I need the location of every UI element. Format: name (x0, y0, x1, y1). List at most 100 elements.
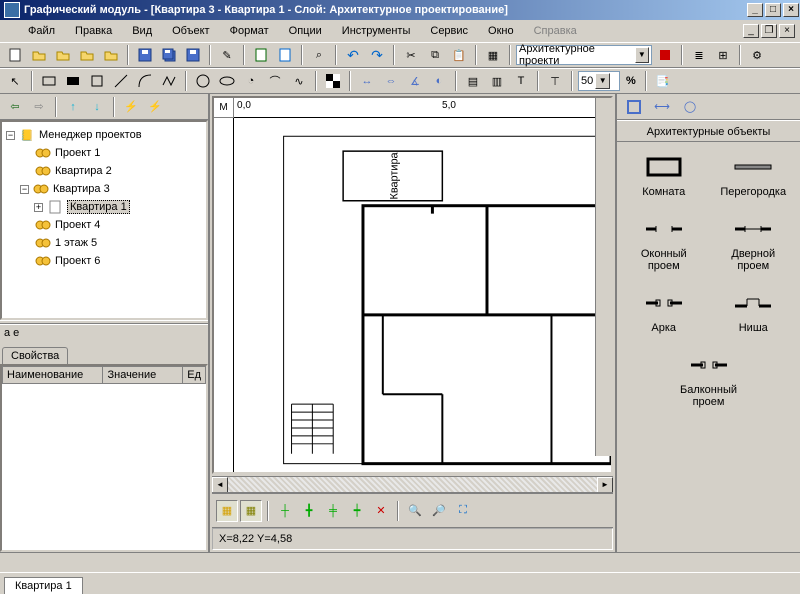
ellipse-tool[interactable] (216, 70, 238, 92)
export-button[interactable] (274, 44, 296, 66)
checker-tool[interactable] (322, 70, 344, 92)
menu-file[interactable]: Файл (18, 22, 65, 40)
minimize-button[interactable]: _ (747, 3, 763, 17)
view-blocks-button[interactable] (623, 96, 645, 118)
menu-edit[interactable]: Правка (65, 22, 122, 40)
zoom-fit-button[interactable]: ⛶ (452, 500, 474, 522)
collapse-icon[interactable]: − (6, 131, 15, 140)
saveas-button[interactable] (182, 44, 204, 66)
redo-button[interactable]: ↷ (366, 44, 388, 66)
palette-item[interactable]: Оконныйпроем (621, 214, 707, 272)
menu-tools[interactable]: Инструменты (332, 22, 421, 40)
col-value[interactable]: Значение (103, 367, 183, 384)
snap-perp-button[interactable]: ┿ (346, 500, 368, 522)
project-tree[interactable]: − 📒 Менеджер проектов Проект 1Квартира 2… (0, 120, 208, 320)
menu-window[interactable]: Окно (478, 22, 524, 40)
calc-button[interactable]: ⊞ (712, 44, 734, 66)
palette-item[interactable]: Арка (621, 288, 707, 334)
tab-properties[interactable]: Свойства (2, 347, 68, 364)
expand-icon[interactable]: − (20, 185, 29, 194)
spline-tool[interactable]: ∿ (288, 70, 310, 92)
open3-button[interactable] (76, 44, 98, 66)
layers-button[interactable]: ≣ (688, 44, 710, 66)
rect-fill-tool[interactable] (62, 70, 84, 92)
tree-item[interactable]: Проект 1 (6, 144, 202, 162)
scroll-right-button[interactable]: ► (597, 477, 613, 493)
menu-options[interactable]: Опции (279, 22, 332, 40)
catalog-button[interactable]: 📑 (652, 70, 674, 92)
hatch1-tool[interactable]: ▤ (462, 70, 484, 92)
chevron-down-icon[interactable]: ▼ (595, 73, 610, 89)
nav-up-button[interactable]: ↑ (62, 96, 84, 118)
new-button[interactable] (4, 44, 26, 66)
nav-refresh2-button[interactable]: ⚡ (144, 96, 166, 118)
mdi-close-button[interactable]: × (779, 24, 795, 38)
snap-int-button[interactable]: ╪ (322, 500, 344, 522)
scroll-left-button[interactable]: ◄ (212, 477, 228, 493)
hatch2-tool[interactable]: ▥ (486, 70, 508, 92)
nav-down-button[interactable]: ↓ (86, 96, 108, 118)
menu-object[interactable]: Объект (162, 22, 219, 40)
nav-fwd-button[interactable]: ⇨ (28, 96, 50, 118)
chevron-down-icon[interactable]: ▼ (635, 47, 649, 63)
cut-button[interactable]: ✂ (400, 44, 422, 66)
palette-item[interactable]: Перегородка (711, 152, 797, 198)
zoom-combo[interactable]: 50 ▼ (578, 71, 620, 91)
tree-item[interactable]: Проект 6 (6, 252, 202, 270)
undo-button[interactable]: ↶ (342, 44, 364, 66)
snap-end-button[interactable]: ┼ (274, 500, 296, 522)
tree-item[interactable]: −Квартира 3 (6, 180, 202, 198)
snap-mid-button[interactable]: ╋ (298, 500, 320, 522)
record-button[interactable] (654, 44, 676, 66)
tree-item[interactable]: Квартира 2 (6, 162, 202, 180)
snap-cen-button[interactable]: ✕ (370, 500, 392, 522)
open-button[interactable] (28, 44, 50, 66)
mdi-minimize-button[interactable]: _ (743, 24, 759, 38)
arc-tool[interactable] (134, 70, 156, 92)
grid-button[interactable]: ▦ (482, 44, 504, 66)
tree-root[interactable]: − 📒 Менеджер проектов (6, 126, 202, 144)
doc-tab[interactable]: Квартира 1 (4, 577, 83, 594)
hscrollbar[interactable]: ◄ ► (212, 476, 613, 492)
col-name[interactable]: Наименование (3, 367, 103, 384)
tree-item[interactable]: 1 этаж 5 (6, 234, 202, 252)
tree-item[interactable]: +Квартира 1 (6, 198, 202, 216)
drawing-canvas[interactable]: Квартира (234, 118, 611, 472)
palette-item[interactable]: Ниша (711, 288, 797, 334)
dim-chain-icon[interactable]: ⇔ (380, 70, 402, 92)
pointer-tool[interactable]: ↖ (4, 70, 26, 92)
sector-tool[interactable]: ◔ (240, 70, 262, 92)
palette-item[interactable]: Комната (621, 152, 707, 198)
zoom-out-button[interactable]: 🔎 (428, 500, 450, 522)
arc2-tool[interactable]: ⌒ (264, 70, 286, 92)
view-distance-button[interactable]: ⟷ (651, 96, 673, 118)
property-grid[interactable]: Наименование Значение Ед (0, 364, 208, 552)
zoom-in-button[interactable]: 🔍 (404, 500, 426, 522)
open4-button[interactable] (100, 44, 122, 66)
open2-button[interactable] (52, 44, 74, 66)
copy-button[interactable]: ⧉ (424, 44, 446, 66)
rename-button[interactable]: ✎ (216, 44, 238, 66)
close-button[interactable]: × (783, 3, 799, 17)
polyline-tool[interactable] (158, 70, 180, 92)
dim-radius-icon[interactable]: ◐ (428, 70, 450, 92)
tree-item[interactable]: Проект 4 (6, 216, 202, 234)
vscrollbar[interactable] (595, 98, 611, 456)
rect-empty-tool[interactable] (38, 70, 60, 92)
menu-help[interactable]: Справка (524, 22, 587, 40)
palette-item[interactable]: Двернойпроем (711, 214, 797, 272)
circle-tool[interactable] (192, 70, 214, 92)
paste-button[interactable]: 📋 (448, 44, 470, 66)
saveall-button[interactable] (158, 44, 180, 66)
maximize-button[interactable]: □ (765, 3, 781, 17)
view-curves-button[interactable]: ◯ (679, 96, 701, 118)
layer-combo[interactable]: Архитектурное проекти ▼ (516, 45, 652, 65)
nav-back-button[interactable]: ⇦ (4, 96, 26, 118)
scan-button[interactable]: ⌕ (308, 44, 330, 66)
marker-tool[interactable]: ⊤ (544, 70, 566, 92)
expand-icon[interactable]: + (34, 203, 43, 212)
text-tool[interactable]: T (510, 70, 532, 92)
palette-item[interactable]: Балконныйпроем (621, 350, 796, 408)
import-button[interactable] (250, 44, 272, 66)
menu-service[interactable]: Сервис (420, 22, 478, 40)
